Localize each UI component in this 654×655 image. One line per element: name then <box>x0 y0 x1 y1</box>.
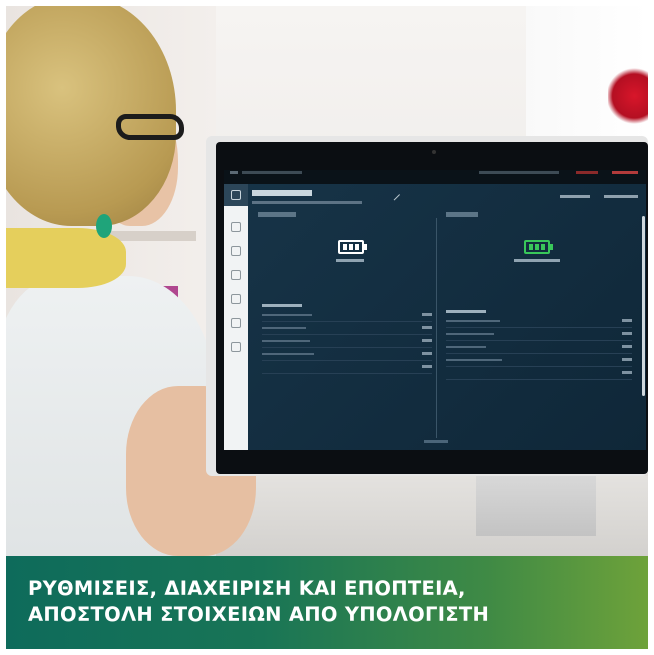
glasses <box>116 114 184 140</box>
caption-line-1: ΡΥΘΜΙΣΕΙΣ, ΔΙΑΧΕΙΡΙΣΗ ΚΑΙ ΕΠΟΠΤΕΙΑ, <box>28 577 466 600</box>
header-actions <box>560 194 640 200</box>
table-row <box>446 344 632 354</box>
battery-label <box>336 259 364 262</box>
scrollbar[interactable] <box>642 216 645 396</box>
column-divider <box>436 218 437 438</box>
monitor-stand <box>476 476 596 536</box>
alert-icon[interactable] <box>231 294 241 304</box>
home-icon[interactable] <box>231 190 241 200</box>
menu-link[interactable] <box>576 171 598 174</box>
woman-scarf <box>6 228 126 288</box>
status-placeholder <box>479 171 559 174</box>
brand-logo <box>612 171 638 174</box>
info-icon[interactable] <box>231 342 241 352</box>
caption-banner: ΡΥΘΜΙΣΕΙΣ, ΔΙΑΧΕΙΡΙΣΗ ΚΑΙ ΕΠΟΠΤΕΙΑ, ΑΠΟΣ… <box>6 556 648 649</box>
earring <box>96 214 112 238</box>
table-row <box>262 338 432 348</box>
table-row <box>262 312 432 322</box>
action-link[interactable] <box>560 195 590 198</box>
table-row <box>446 318 632 328</box>
table-row <box>446 370 632 380</box>
action-link[interactable] <box>604 195 638 198</box>
settings-icon[interactable] <box>231 222 241 232</box>
monitor-screen <box>224 170 646 450</box>
section-heading <box>262 304 302 307</box>
app-topbar <box>224 170 646 184</box>
logo-icon <box>230 171 238 174</box>
right-column-title <box>446 212 478 217</box>
image-frame: ΡΥΘΜΙΣΕΙΣ, ΔΙΑΧΕΙΡΙΣΗ ΚΑΙ ΕΠΟΠΤΕΙΑ, ΑΠΟΣ… <box>0 0 654 655</box>
footer-label <box>424 440 448 443</box>
tool-icon[interactable] <box>231 318 241 328</box>
left-column-title <box>258 212 296 217</box>
table-row <box>446 331 632 341</box>
section-heading <box>446 310 486 313</box>
device-title <box>252 190 312 196</box>
office-photo <box>6 6 648 556</box>
app-sidebar <box>224 184 248 450</box>
app-title-placeholder <box>242 171 302 174</box>
battery-icon <box>524 240 550 254</box>
table-row <box>446 357 632 367</box>
device-subtitle <box>252 201 362 204</box>
battery-icon <box>338 240 364 254</box>
table-row <box>262 364 432 374</box>
report-icon[interactable] <box>231 270 241 280</box>
caption-line-2: ΑΠΟΣΤΟΛΗ ΣΤΟΙΧΕΙΩΝ ΑΠΟ ΥΠΟΛΟΓΙΣΤΗ <box>28 603 490 626</box>
caption-text: ΡΥΘΜΙΣΕΙΣ, ΔΙΑΧΕΙΡΙΣΗ ΚΑΙ ΕΠΟΠΤΕΙΑ, ΑΠΟΣ… <box>28 576 628 628</box>
webcam <box>432 150 436 154</box>
table-row <box>262 325 432 335</box>
table-row <box>262 351 432 361</box>
battery-cap <box>550 244 553 250</box>
plant <box>608 66 648 126</box>
battery-label <box>514 259 560 262</box>
battery-cap <box>364 244 367 250</box>
monitor-icon[interactable] <box>231 246 241 256</box>
edit-icon[interactable] <box>387 188 401 201</box>
